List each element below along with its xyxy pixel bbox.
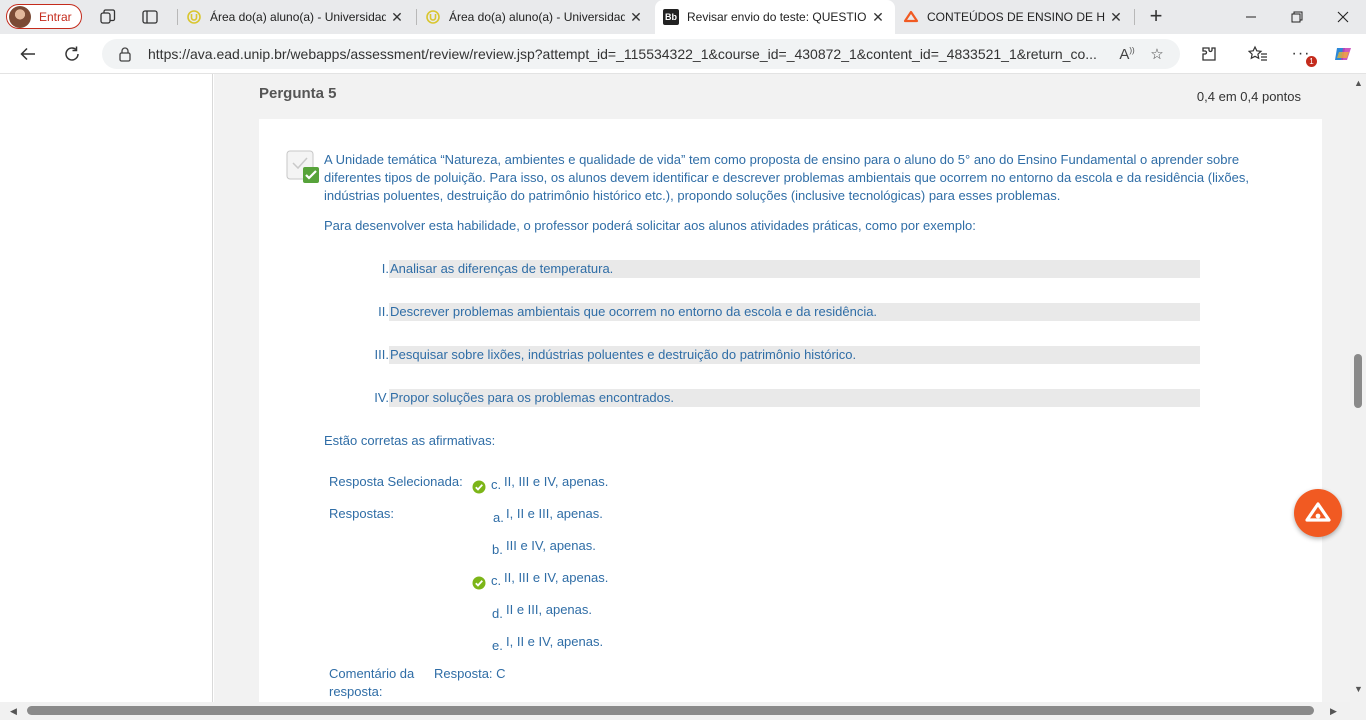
brand-chat-icon bbox=[1305, 502, 1331, 522]
close-icon[interactable]: ✕ bbox=[386, 9, 408, 26]
tab-title: CONTEÚDOS DE ENSINO DE HIST bbox=[927, 10, 1105, 24]
help-chat-button[interactable] bbox=[1294, 489, 1342, 537]
unip-icon bbox=[425, 9, 441, 25]
horizontal-scroll-thumb[interactable] bbox=[27, 706, 1314, 715]
tab-unip-1[interactable]: Área do(a) aluno(a) - Universidade ✕ bbox=[178, 0, 414, 34]
statement-text: Descrever problemas ambientais que ocorr… bbox=[389, 303, 1200, 321]
lock-icon[interactable] bbox=[118, 46, 134, 62]
notification-badge: 1 bbox=[1306, 56, 1317, 67]
vertical-tabs-icon[interactable] bbox=[139, 6, 161, 28]
extensions-icon[interactable] bbox=[1196, 42, 1222, 66]
answer-letter: c. bbox=[491, 573, 502, 588]
refresh-button[interactable] bbox=[57, 40, 87, 68]
statement-item: II. Descrever problemas ambientais que o… bbox=[359, 303, 1200, 321]
close-icon[interactable]: ✕ bbox=[867, 9, 889, 26]
minimize-button[interactable] bbox=[1228, 0, 1274, 34]
selected-answer-label: Resposta Selecionada: bbox=[329, 474, 463, 489]
statement-text: Analisar as diferenças de temperatura. bbox=[389, 260, 1200, 278]
answer-text: I, II e III, apenas. bbox=[506, 506, 603, 521]
statement-text: Pesquisar sobre lixões, indústrias polue… bbox=[389, 346, 1200, 364]
question-ask: Estão corretas as afirmativas: bbox=[324, 433, 496, 448]
statement-number: IV. bbox=[374, 390, 389, 405]
url-text[interactable]: https://ava.ead.unip.br/webapps/assessme… bbox=[148, 46, 1098, 62]
close-window-button[interactable] bbox=[1320, 0, 1366, 34]
close-icon[interactable]: ✕ bbox=[1105, 9, 1127, 26]
correct-check-icon bbox=[472, 480, 486, 494]
statement-item: III. Pesquisar sobre lixões, indústrias … bbox=[359, 346, 1200, 364]
answer-letter: e. bbox=[492, 638, 503, 653]
answer-text: III e IV, apenas. bbox=[506, 538, 596, 553]
correct-answer-icon bbox=[286, 150, 320, 184]
favorites-icon[interactable] bbox=[1245, 42, 1271, 66]
answer-text: II e III, apenas. bbox=[506, 602, 592, 617]
horizontal-scrollbar[interactable]: ◀ ▶ bbox=[0, 702, 1366, 720]
selected-answer-letter: c. bbox=[491, 477, 502, 492]
page-viewport: Pergunta 5 0,4 em 0,4 pontos A Unidade t… bbox=[0, 74, 1350, 702]
course-menu-pane bbox=[0, 74, 213, 702]
avatar bbox=[9, 5, 31, 28]
statement-number: II. bbox=[378, 304, 389, 319]
more-options-icon[interactable]: ··· 1 bbox=[1288, 42, 1317, 67]
tab-title: Área do(a) aluno(a) - Universidade bbox=[449, 10, 625, 24]
restore-button[interactable] bbox=[1274, 0, 1320, 34]
vertical-scrollbar[interactable]: ▲ ▼ bbox=[1350, 74, 1366, 702]
address-bar[interactable]: https://ava.ead.unip.br/webapps/assessme… bbox=[102, 39, 1180, 69]
review-content: Pergunta 5 0,4 em 0,4 pontos A Unidade t… bbox=[214, 74, 1350, 702]
statement-number: III. bbox=[374, 347, 389, 362]
read-aloud-icon[interactable]: A)) bbox=[1112, 46, 1142, 63]
new-tab-button[interactable]: + bbox=[1143, 4, 1169, 30]
statement-item: IV. Propor soluções para os problemas en… bbox=[359, 389, 1200, 407]
question-card: A Unidade temática “Natureza, ambientes … bbox=[259, 119, 1322, 702]
correct-check-icon bbox=[472, 576, 486, 590]
tab-title: Área do(a) aluno(a) - Universidade bbox=[210, 10, 386, 24]
feedback-answer: Resposta: C bbox=[434, 666, 506, 681]
question-title: Pergunta 5 bbox=[259, 85, 337, 102]
answer-letter: b. bbox=[492, 542, 503, 557]
workspaces-icon[interactable] bbox=[97, 6, 119, 28]
question-points: 0,4 em 0,4 pontos bbox=[1196, 89, 1301, 104]
tab-conteudos[interactable]: CONTEÚDOS DE ENSINO DE HIST ✕ bbox=[895, 0, 1133, 34]
answer-text: II, III e IV, apenas. bbox=[504, 570, 609, 585]
answers-label: Respostas: bbox=[329, 506, 395, 521]
statement-text: Propor soluções para os problemas encont… bbox=[389, 389, 1200, 407]
back-button[interactable] bbox=[13, 40, 43, 68]
question-prompt: Para desenvolver esta habilidade, o prof… bbox=[324, 218, 976, 233]
answer-letter: a. bbox=[493, 510, 504, 525]
close-icon[interactable]: ✕ bbox=[625, 9, 647, 26]
tab-review-active[interactable]: Bb Revisar envio do teste: QUESTION ✕ bbox=[655, 0, 895, 34]
question-text: A Unidade temática “Natureza, ambientes … bbox=[324, 152, 1249, 203]
orange-brand-icon bbox=[903, 9, 919, 25]
answer-text: I, II e IV, apenas. bbox=[506, 634, 604, 649]
copilot-icon[interactable] bbox=[1330, 42, 1356, 66]
tab-unip-2[interactable]: Área do(a) aluno(a) - Universidade ✕ bbox=[417, 0, 653, 34]
answer-letter: d. bbox=[492, 606, 503, 621]
unip-icon bbox=[186, 9, 202, 25]
profile-button[interactable]: Entrar bbox=[6, 4, 82, 29]
tab-strip: Entrar Área do(a) aluno(a) - Universidad… bbox=[0, 0, 1366, 34]
tab-title: Revisar envio do teste: QUESTION bbox=[687, 10, 867, 24]
favorite-star-icon[interactable]: ☆ bbox=[1142, 45, 1172, 63]
vertical-scroll-thumb[interactable] bbox=[1354, 354, 1362, 408]
statement-item: I. Analisar as diferenças de temperatura… bbox=[359, 260, 1200, 278]
profile-label: Entrar bbox=[39, 9, 72, 24]
address-toolbar: https://ava.ead.unip.br/webapps/assessme… bbox=[0, 34, 1366, 74]
statement-number: I. bbox=[381, 261, 389, 276]
feedback-label: Comentário da bbox=[329, 666, 415, 681]
blackboard-icon: Bb bbox=[663, 9, 679, 25]
selected-answer-text: II, III e IV, apenas. bbox=[504, 474, 609, 489]
feedback-label-cont: resposta: bbox=[329, 684, 383, 699]
